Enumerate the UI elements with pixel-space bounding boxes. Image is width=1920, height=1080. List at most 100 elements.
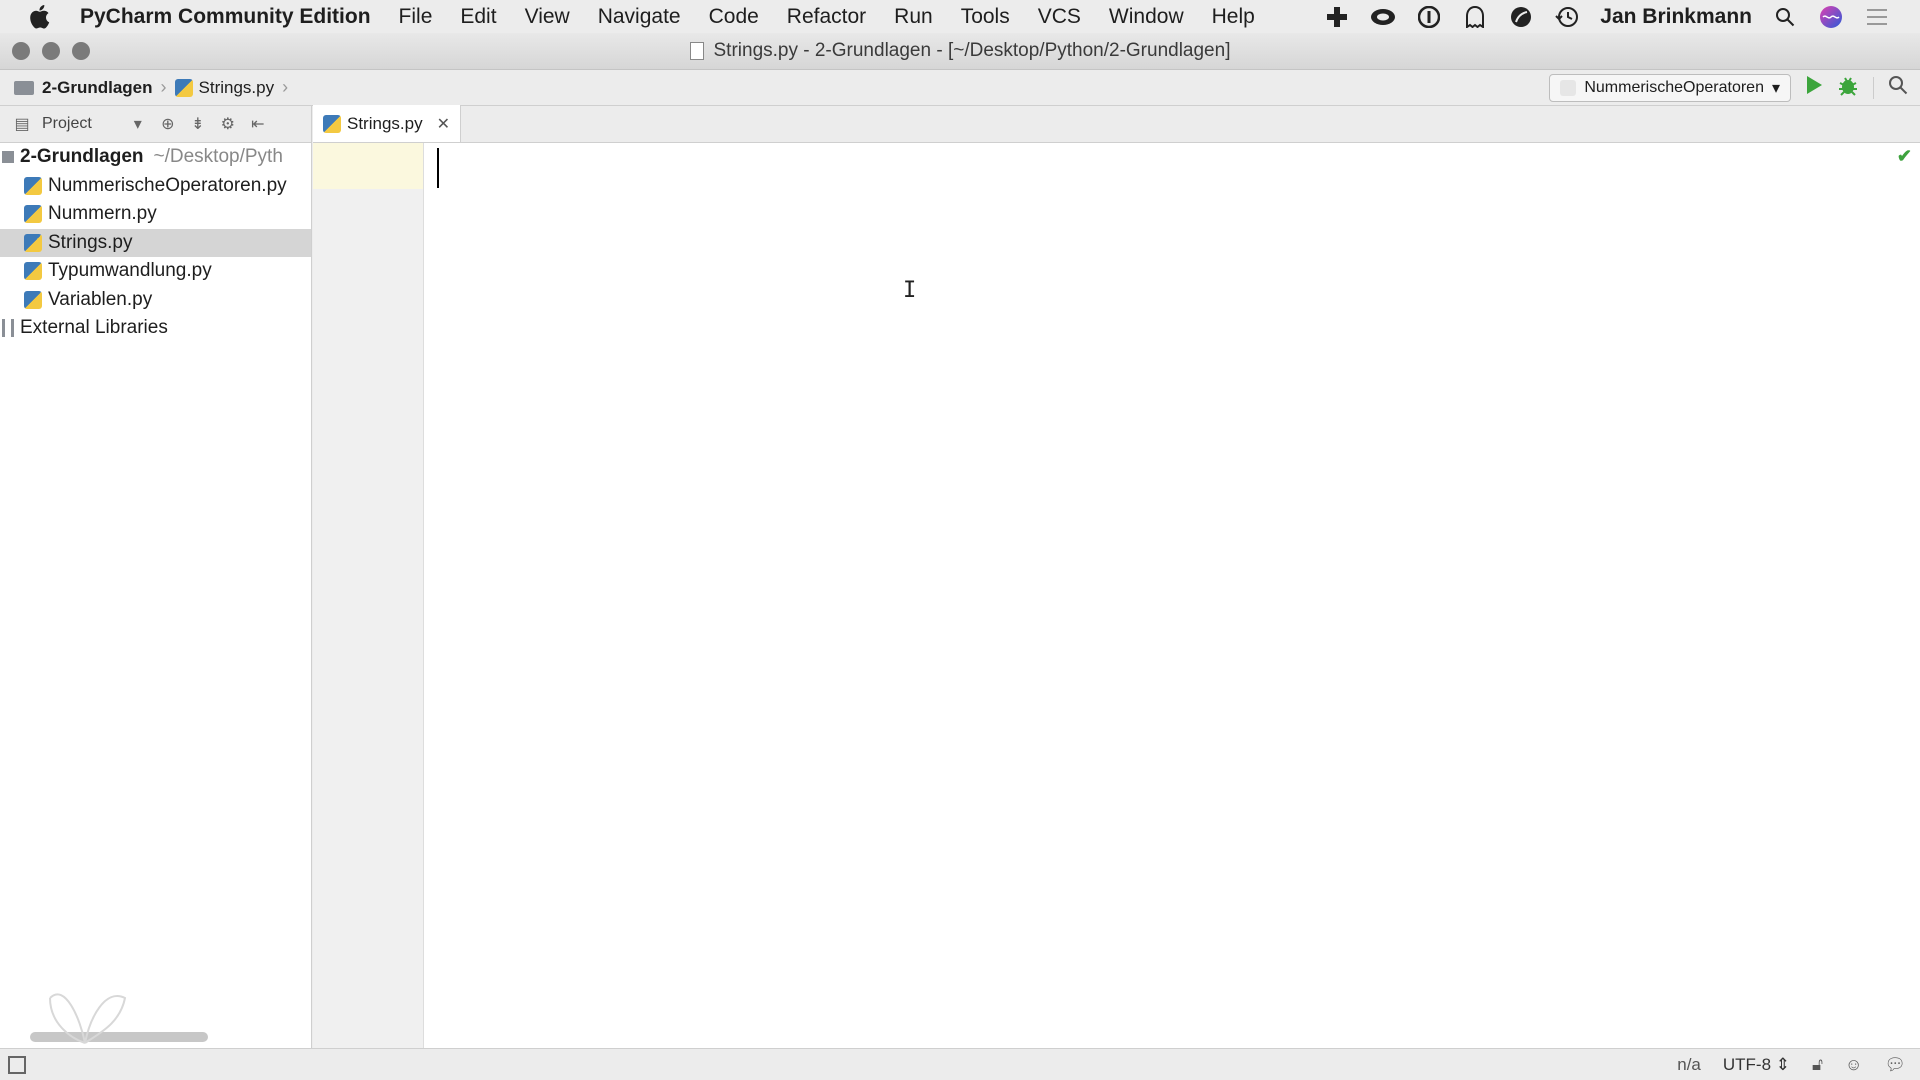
library-icon [2,319,14,338]
python-file-icon [24,233,42,252]
tab-label: Strings.py [347,113,423,133]
python-file-icon [24,262,42,281]
tool-windows-toggle-icon[interactable] [8,1055,26,1074]
breadcrumb: 2-Grundlagen › Strings.py › [0,77,296,98]
navigation-bar: 2-Grundlagen › Strings.py › NummerischeO… [0,70,1920,106]
zoom-window-button[interactable] [72,42,90,60]
play-icon [1807,76,1822,94]
file-name: NummerischeOperatoren.py [48,174,287,196]
python-file-icon [174,78,193,97]
project-view-icon: ▤ [14,116,30,133]
run-configuration-select[interactable]: NummerischeOperatoren ▾ [1549,73,1791,102]
text-caret [437,148,439,188]
tree-file-item-selected[interactable]: Strings.py [0,228,311,257]
window-controls [12,42,90,60]
document-icon [689,42,704,60]
search-everywhere-button[interactable] [1888,75,1908,100]
breadcrumb-project[interactable]: 2-Grundlagen [42,78,153,98]
file-name: Typumwandlung.py [48,260,212,282]
apple-menu-icon[interactable] [0,4,80,29]
ghost-icon[interactable] [1462,4,1488,30]
tree-file-item[interactable]: Variablen.py [0,286,311,315]
mouse-ibeam-cursor: I [903,278,917,303]
file-encoding[interactable]: UTF-8 ⇕ [1723,1055,1790,1075]
current-line-gutter [313,143,423,189]
editor-tab-bar: Strings.py ✕ [313,105,1920,143]
gear-icon[interactable]: ⚙ [218,114,238,134]
project-tree: 2-Grundlagen ~/Desktop/Pyth NummerischeO… [0,143,311,343]
debug-button[interactable] [1837,74,1859,101]
hide-panel-icon[interactable]: ⇤ [248,114,268,134]
app-name-menu[interactable]: PyCharm Community Edition [80,5,371,29]
python-file-icon [24,205,42,224]
project-panel-toolbar: ▤ Project ▾ ⊕ ⇟ ⚙ ⇤ [0,106,311,143]
folder-icon [14,80,34,95]
run-configuration-label: NummerischeOperatoren [1584,78,1764,96]
chevron-down-icon[interactable]: ▾ [128,114,148,134]
editor-tab-strings[interactable]: Strings.py ✕ [313,105,461,142]
user-name-menu[interactable]: Jan Brinkmann [1600,5,1752,29]
external-libraries-label: External Libraries [20,317,168,339]
file-name: Nummern.py [48,203,157,225]
caret-position[interactable]: n/a [1677,1055,1701,1075]
toolbar-separator [1873,76,1874,99]
siri-icon[interactable] [1818,4,1844,30]
menu-run[interactable]: Run [894,5,933,29]
menu-refactor[interactable]: Refactor [787,5,866,29]
window-title: Strings.py - 2-Grundlagen - [~/Desktop/P… [713,40,1231,61]
close-tab-icon[interactable]: ✕ [437,114,450,134]
read-only-lock-icon[interactable]: 🔓︎ [1812,1055,1823,1075]
menu-help[interactable]: Help [1212,5,1255,29]
run-button[interactable] [1805,75,1823,100]
project-view-select[interactable]: Project [42,115,92,133]
scroll-from-source-icon[interactable]: ⊕ [158,114,178,134]
code-text-area[interactable] [424,143,1920,189]
python-file-icon [24,290,42,309]
folder-icon [2,151,14,164]
event-log-icon[interactable]: 💬︎ [1884,1055,1906,1075]
close-window-button[interactable] [12,42,30,60]
menu-window[interactable]: Window [1109,5,1184,29]
minimize-window-button[interactable] [42,42,60,60]
chevron-right-icon: › [282,77,289,97]
file-name: Variablen.py [48,288,153,310]
notification-center-icon[interactable] [1864,4,1890,30]
project-tool-window: ▤ Project ▾ ⊕ ⇟ ⚙ ⇤ 2-Grundlagen ~/Deskt… [0,106,312,1048]
search-icon [1889,76,1908,95]
editor-area: Strings.py ✕ I ✔ [313,105,1920,1048]
menu-vcs[interactable]: VCS [1038,5,1081,29]
plus-cross-icon[interactable] [1324,4,1350,30]
menu-tools[interactable]: Tools [961,5,1010,29]
tree-file-item[interactable]: NummerischeOperatoren.py [0,172,311,201]
python-file-icon [24,176,42,195]
menu-edit[interactable]: Edit [460,5,496,29]
tree-file-item[interactable]: Typumwandlung.py [0,257,311,286]
root-folder-path: ~/Desktop/Pyth [153,146,283,168]
tree-root-folder[interactable]: 2-Grundlagen ~/Desktop/Pyth [0,143,311,172]
menu-view[interactable]: View [525,5,570,29]
tree-file-item[interactable]: Nummern.py [0,200,311,229]
macos-menubar: PyCharm Community Edition File Edit View… [0,0,1920,33]
inspection-ok-icon: ✔ [1896,146,1912,166]
status-bar: n/a UTF-8 ⇕ 🔓︎ ☺︎ 💬︎ [0,1048,1920,1080]
chevron-right-icon: › [160,77,167,97]
file-encoding-label: UTF-8 [1722,1054,1772,1074]
menu-navigate[interactable]: Navigate [598,5,681,29]
run-config-icon [1560,79,1577,96]
root-folder-name: 2-Grundlagen [20,146,144,168]
menu-file[interactable]: File [399,5,433,29]
file-name: Strings.py [48,231,133,253]
time-machine-icon[interactable] [1554,4,1580,30]
creative-cloud-icon[interactable] [1370,4,1396,30]
tree-external-libraries[interactable]: External Libraries [0,314,311,343]
breadcrumb-file[interactable]: Strings.py [199,78,275,98]
bug-icon [1839,77,1857,96]
search-icon[interactable] [1772,4,1798,30]
menu-code[interactable]: Code [709,5,759,29]
leaf-icon[interactable] [1508,4,1534,30]
hector-inspection-icon[interactable]: ☺︎ [1845,1055,1862,1075]
password-manager-icon[interactable] [1416,4,1442,30]
collapse-all-icon[interactable]: ⇟ [188,114,208,134]
pycharm-watermark-icon [49,993,127,1044]
editor-gutter [313,143,424,1048]
